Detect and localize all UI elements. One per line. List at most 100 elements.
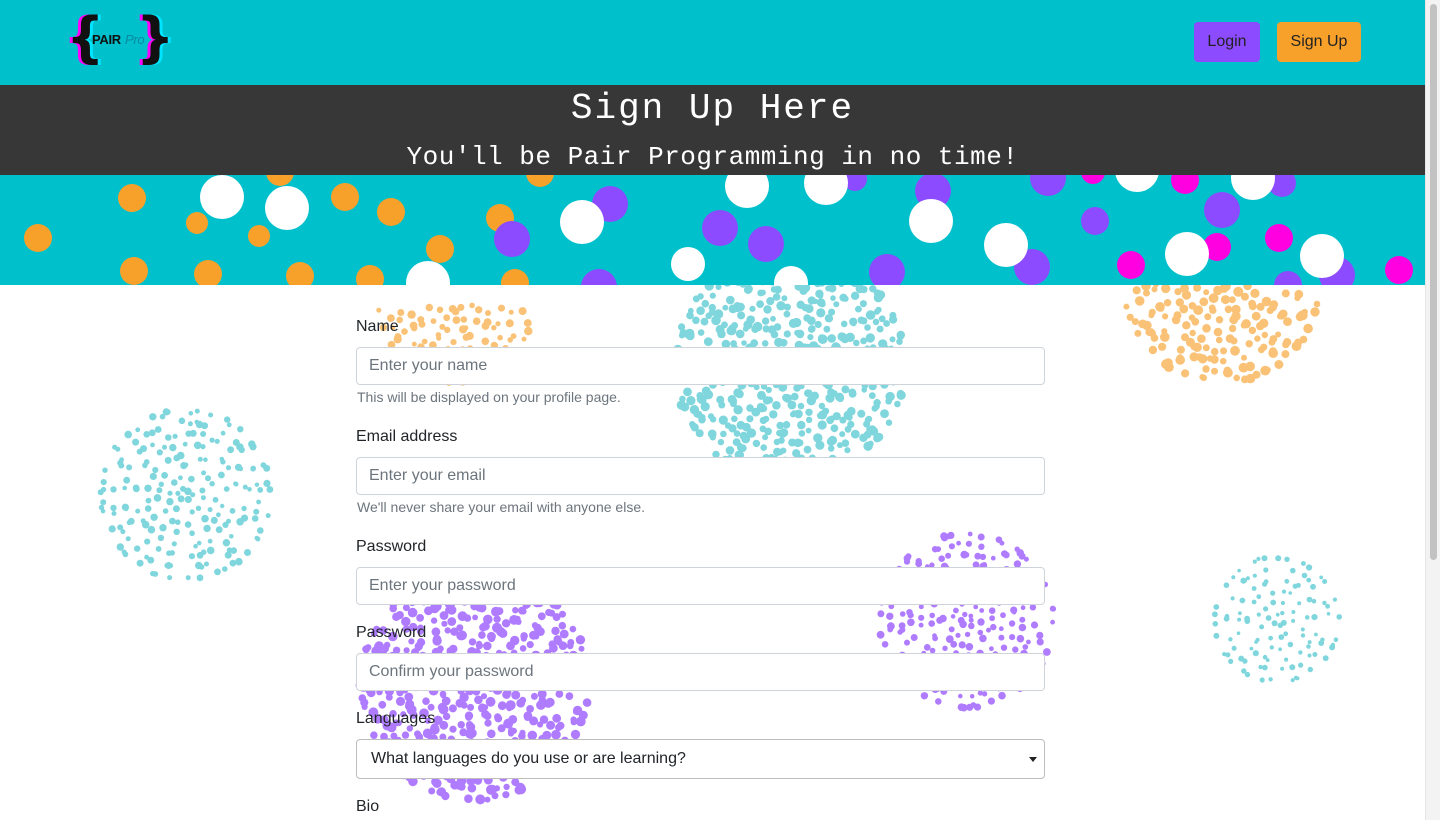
decor-dot: [1132, 286, 1141, 295]
decor-dot: [1211, 367, 1218, 375]
decor-dot: [100, 479, 107, 486]
decor-dot: [1294, 289, 1304, 299]
decor-dot: [779, 338, 788, 347]
decor-dot: [441, 620, 448, 627]
decor-dot: [1220, 347, 1227, 355]
decor-dot: [465, 721, 474, 729]
decor-dot: [533, 623, 542, 633]
decor-dot: [816, 308, 826, 318]
decor-dot: [203, 457, 208, 462]
decor-dot: [968, 613, 974, 619]
decor-dot: [196, 574, 204, 582]
decor-dot: [1222, 652, 1227, 657]
decor-dot: [178, 417, 186, 425]
decor-dot: [570, 729, 581, 740]
decor-dot: [963, 551, 970, 558]
decor-dot: [1239, 597, 1246, 604]
decor-dot: [1275, 331, 1282, 338]
decor-dot: [857, 316, 865, 324]
decor-dot: [189, 530, 195, 535]
decor-dot: [860, 301, 867, 308]
bio-label: Bio: [356, 798, 380, 815]
decor-dot: [218, 471, 225, 479]
decor-dot: [1231, 645, 1237, 651]
decor-dot: [736, 302, 745, 312]
decor-dot: [200, 495, 206, 501]
decor-dot: [989, 646, 994, 652]
decor-dot: [968, 622, 975, 630]
decor-dot: [1268, 677, 1273, 682]
decor-dot: [1158, 342, 1167, 351]
pairpro-logo[interactable]: { PAIR Pro }: [66, 6, 174, 70]
decor-dot: [1012, 646, 1019, 653]
decor-dot: [474, 695, 483, 705]
decor-dot: [1203, 289, 1210, 296]
decor-dot: [1014, 546, 1020, 552]
email-input[interactable]: [356, 457, 1045, 495]
decor-dot: [164, 456, 172, 464]
decor-dot: [483, 614, 493, 625]
signup-button[interactable]: Sign Up: [1277, 22, 1361, 62]
decor-dot: [977, 629, 984, 636]
decor-dot: [156, 487, 163, 494]
decor-dot: [1181, 369, 1190, 378]
decor-dot: [703, 337, 713, 346]
decor-dot: [150, 513, 158, 521]
decor-dot: [493, 615, 501, 623]
decor-dot: [846, 414, 853, 421]
decor-dot: [781, 295, 788, 302]
decor-dot: [397, 309, 405, 316]
decor-dot: [779, 428, 789, 437]
password-input[interactable]: [356, 567, 1045, 605]
decor-dot: [126, 519, 132, 526]
decor-dot: [676, 400, 687, 410]
decor-dot: [247, 487, 252, 492]
decor-dot: [1283, 631, 1289, 637]
decor-dot: [508, 309, 514, 315]
decor-dot: [1275, 612, 1280, 617]
decor-dot: [236, 518, 244, 526]
decor-dot: [1332, 597, 1337, 602]
decor-dot: [172, 433, 178, 439]
decor-dot: [1018, 623, 1027, 632]
decor-dot: [1030, 621, 1039, 629]
decor-dot: [872, 318, 880, 326]
decor-dot: [850, 291, 860, 300]
decor-dot: [140, 445, 147, 453]
decor-dot: [229, 534, 234, 539]
decor-dot: [752, 439, 761, 448]
decor-dot: [159, 524, 167, 532]
decor-dot: [1257, 346, 1265, 354]
decor-dot: [132, 438, 140, 446]
decor-dot: [790, 392, 799, 401]
decor-dot: [899, 611, 906, 617]
languages-select[interactable]: What languages do you use or are learnin…: [356, 739, 1045, 779]
decor-dot: [770, 315, 776, 322]
decor-dot: [1311, 614, 1318, 621]
decor-dot: [214, 568, 221, 576]
decor-dot: [475, 604, 484, 612]
login-button[interactable]: Login: [1194, 22, 1260, 62]
decor-dot: [935, 546, 942, 552]
decor-dot: [455, 698, 465, 708]
scrollbar-thumb[interactable]: [1430, 4, 1437, 560]
decor-dot: [165, 409, 171, 415]
decor-dot: [1281, 589, 1287, 594]
decor-dot: [848, 388, 857, 397]
decor-dot: [970, 702, 977, 708]
decor-dot: [696, 306, 705, 315]
decor-dot: [686, 311, 694, 320]
decor-dot: [979, 608, 985, 613]
decor-dot: [244, 549, 251, 556]
name-input[interactable]: [356, 347, 1045, 385]
decor-dot: [439, 323, 446, 330]
decor-dot: [817, 292, 824, 299]
scrollbar[interactable]: [1425, 0, 1440, 820]
decor-dot: [167, 575, 173, 581]
confirm-password-input[interactable]: [356, 653, 1045, 691]
decor-dot: [472, 614, 478, 621]
decor-dot: [227, 446, 235, 454]
decor-dot: [721, 321, 728, 329]
decor-dot: [1297, 310, 1308, 321]
decor-dot: [1212, 611, 1218, 618]
